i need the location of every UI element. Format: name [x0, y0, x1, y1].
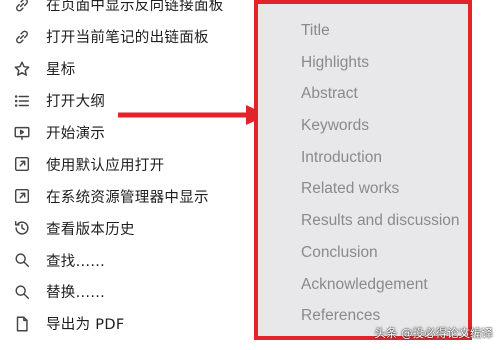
- background-strip: [472, 0, 499, 350]
- menu-item-show-backlinks[interactable]: 在页面中显示反向链接面板: [0, 0, 255, 21]
- link-icon: [13, 0, 31, 14]
- export-pdf-icon: [13, 315, 31, 333]
- menu-item-label: 使用默认应用打开: [46, 157, 165, 174]
- menu-item-find[interactable]: 查找......: [0, 244, 255, 276]
- outline-item-results-and-discussion[interactable]: Results and discussion: [301, 210, 460, 242]
- menu-item-label: 开始演示: [46, 126, 106, 142]
- outline-item-title[interactable]: Title: [301, 20, 460, 52]
- menu-item-show-in-explorer[interactable]: 在系统资源管理器中显示: [0, 180, 255, 212]
- menu-item-label: 在系统资源管理器中显示: [46, 189, 209, 206]
- outline-item-abstract[interactable]: Abstract: [301, 83, 460, 115]
- outline-item-highlights[interactable]: Highlights: [301, 52, 460, 84]
- outline-item-conclusion[interactable]: Conclusion: [301, 242, 460, 274]
- open-external-icon: [13, 155, 31, 173]
- outline-item-keywords[interactable]: Keywords: [301, 115, 460, 147]
- menu-item-label: 打开当前笔记的出链面板: [46, 30, 209, 47]
- outline-item-acknowledgement[interactable]: Acknowledgement: [301, 274, 460, 306]
- presentation-icon: [13, 124, 31, 142]
- outline-item-introduction[interactable]: Introduction: [301, 147, 460, 179]
- search-icon: [13, 251, 31, 269]
- menu-item-version-history[interactable]: 查看版本历史: [0, 212, 255, 244]
- open-external-icon: [13, 187, 31, 205]
- menu-item-label: 星标: [46, 62, 76, 79]
- menu-item-replace[interactable]: 替换......: [0, 276, 255, 308]
- menu-item-label: 查找......: [46, 253, 106, 270]
- menu-item-export-pdf[interactable]: 导出为 PDF: [0, 308, 255, 340]
- menu-item-label: 在页面中显示反向链接面板: [46, 0, 224, 15]
- outline-panel: Title Highlights Abstract Keywords Intro…: [254, 0, 472, 340]
- list-icon: [13, 92, 31, 110]
- outline-item-related-works[interactable]: Related works: [301, 178, 460, 210]
- context-menu: 在页面中显示反向链接面板 打开当前笔记的出链面板 星标 打开大纲 开始演示 使用…: [0, 0, 255, 340]
- red-arrow-annotation: [118, 105, 268, 125]
- menu-item-star[interactable]: 星标: [0, 53, 255, 85]
- screenshot-stage: 在页面中显示反向链接面板 打开当前笔记的出链面板 星标 打开大纲 开始演示 使用…: [0, 0, 499, 350]
- watermark-text: 头条 @投必得论文编译: [374, 326, 493, 340]
- menu-item-label: 导出为 PDF: [46, 317, 125, 334]
- link-icon: [13, 28, 31, 46]
- menu-item-outgoing-links[interactable]: 打开当前笔记的出链面板: [0, 21, 255, 53]
- history-icon: [13, 219, 31, 237]
- menu-item-label: 替换......: [46, 285, 106, 302]
- star-icon: [13, 60, 31, 78]
- outline-list: Title Highlights Abstract Keywords Intro…: [301, 20, 460, 337]
- menu-item-label: 打开大纲: [46, 94, 106, 111]
- menu-item-open-default-app[interactable]: 使用默认应用打开: [0, 148, 255, 180]
- menu-item-label: 查看版本历史: [46, 221, 135, 238]
- search-icon: [13, 283, 31, 301]
